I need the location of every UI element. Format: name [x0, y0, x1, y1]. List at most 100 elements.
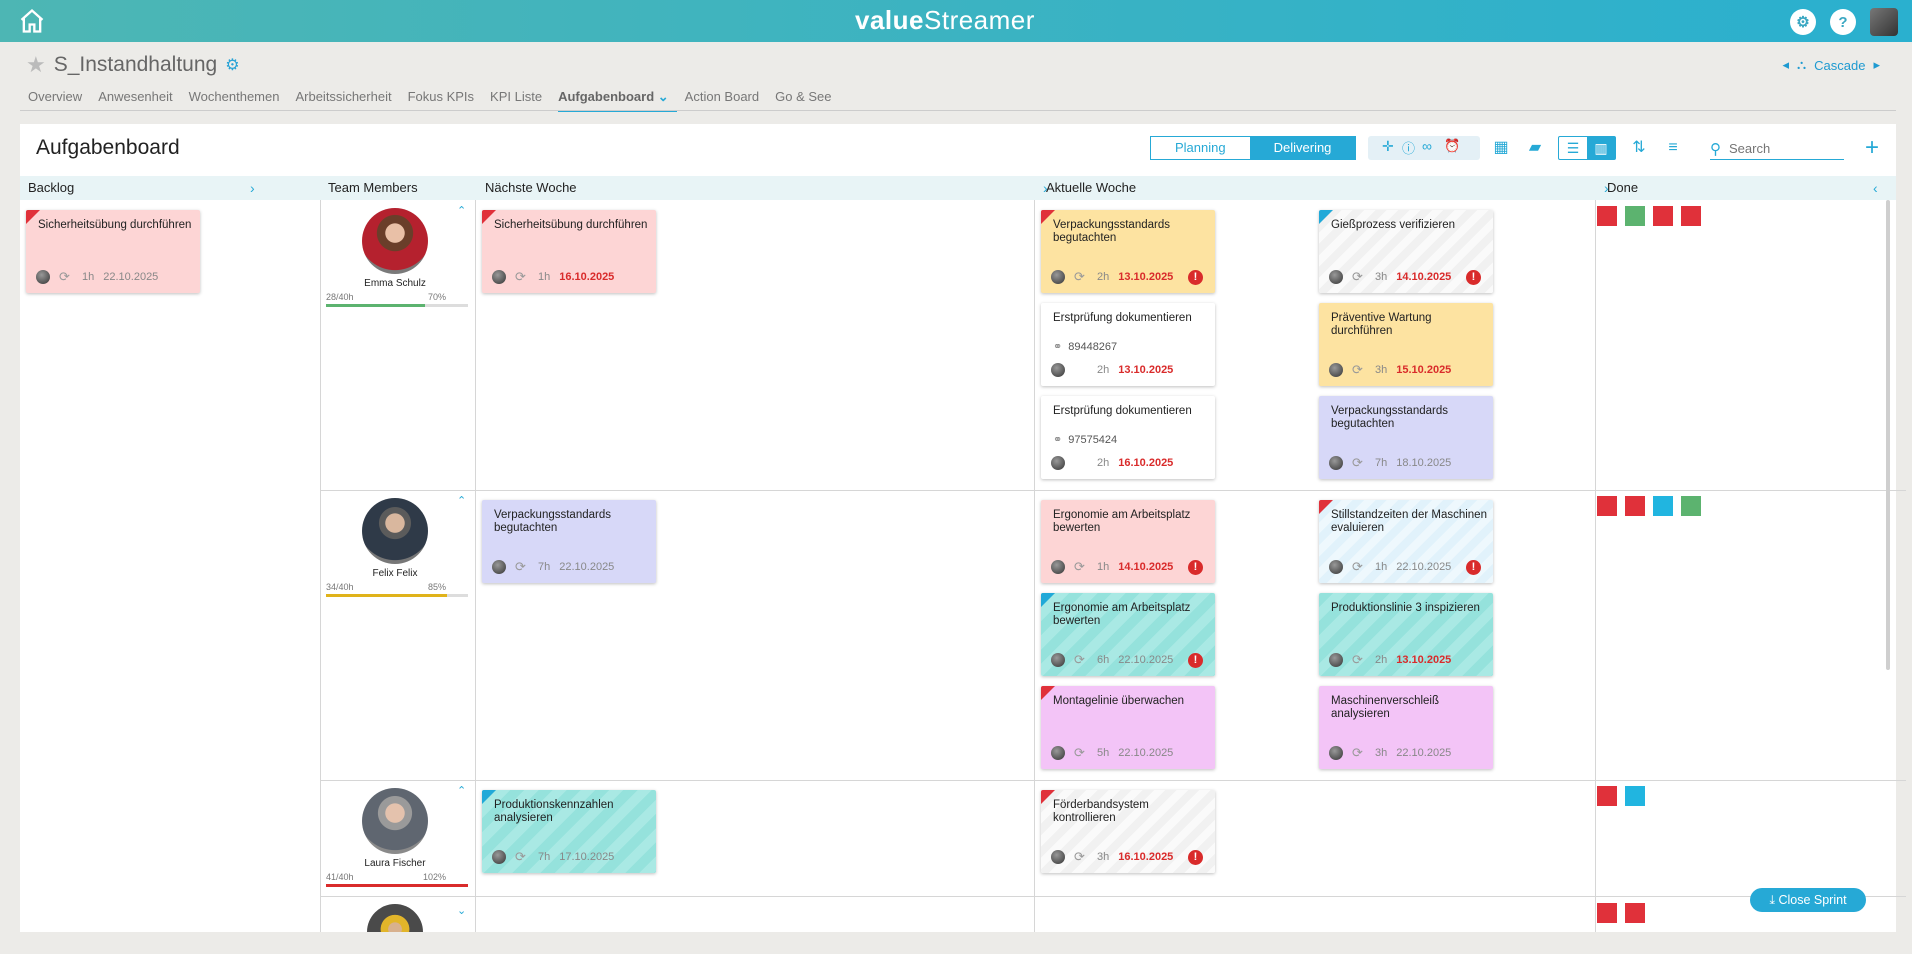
done-task-marker[interactable]: [1625, 206, 1645, 226]
column-view-icon[interactable]: ▥: [1587, 137, 1615, 159]
card-title: Gießprozess verifizieren: [1331, 219, 1455, 231]
cascade-link[interactable]: ◂ ⛬ Cascade ▸: [1783, 57, 1880, 73]
capacity-bar: [326, 594, 468, 597]
member-name: Felix Felix: [372, 568, 418, 579]
info-icon[interactable]: ⓘ: [1402, 138, 1415, 157]
search-input[interactable]: [1729, 141, 1829, 156]
task-card[interactable]: Ergonomie am Arbeitsplatz bewerten ⟳ 1h 14…: [1041, 500, 1215, 583]
member-laura[interactable]: Laura Fischer: [355, 788, 435, 869]
assignee-avatar: [1329, 746, 1343, 760]
task-card[interactable]: Ergonomie am Arbeitsplatz bewerten ⟳ 6h 22…: [1041, 593, 1215, 676]
scrollbar[interactable]: [1886, 200, 1890, 670]
card-date: 22.10.2025: [559, 561, 615, 573]
planning-button[interactable]: Planning: [1151, 137, 1250, 159]
done-task-marker[interactable]: [1625, 786, 1645, 806]
card-title: Produktionskennzahlen analysieren: [494, 799, 614, 824]
task-card[interactable]: Förderbandsystem kontrollieren ⟳ 3h 16.10.…: [1041, 790, 1215, 873]
close-sprint-button[interactable]: ⤓ Close Sprint: [1750, 888, 1866, 912]
done-task-marker[interactable]: [1653, 496, 1673, 516]
tab-overview[interactable]: Overview: [28, 89, 90, 112]
capacity-row: 28/40h 70%: [326, 292, 446, 302]
chevron-down-icon[interactable]: ⌄: [457, 904, 466, 917]
chevron-right-icon[interactable]: ▸: [1873, 57, 1880, 73]
task-card[interactable]: Erstprüfung dokumentieren ⚭ 97575424 2h 16…: [1041, 396, 1215, 479]
gear-icon[interactable]: ⚙: [225, 55, 239, 75]
chevron-up-icon[interactable]: ⌃: [457, 784, 466, 797]
chevron-up-icon[interactable]: ⌃: [457, 204, 466, 217]
app-logo[interactable]: valueStreamer: [855, 3, 1035, 37]
task-card[interactable]: Sicherheitsübung durchführen ⟳ 1h 16.10.20…: [482, 210, 656, 293]
list-view-icon[interactable]: ☰: [1559, 137, 1587, 159]
done-task-marker[interactable]: [1597, 786, 1617, 806]
repeat-icon: ⟳: [1352, 745, 1363, 760]
alarm-icon[interactable]: ⏰: [1444, 138, 1460, 154]
top-bar: valueStreamer ⚙ ?: [0, 0, 1912, 42]
done-task-marker[interactable]: [1681, 206, 1701, 226]
card-title: Verpackungsstandards begutachten: [494, 509, 611, 534]
card-link: ⚭ 97575424: [1053, 433, 1117, 447]
task-card[interactable]: Produktionslinie 3 inspizieren ⟳ 2h 13.10.…: [1319, 593, 1493, 676]
chevron-right-icon[interactable]: ›: [250, 176, 255, 200]
task-card[interactable]: Verpackungsstandards begutachten ⟳ 7h 22.1…: [482, 500, 656, 583]
add-task-button[interactable]: +: [1865, 134, 1879, 162]
done-task-marker[interactable]: [1597, 206, 1617, 226]
filter-icon[interactable]: ≡: [1662, 137, 1684, 159]
card-date: 16.10.2025: [559, 271, 615, 283]
crosshair-icon[interactable]: ✛: [1382, 138, 1394, 155]
task-card[interactable]: Verpackungsstandards begutachten ⟳ 7h 18.1…: [1319, 396, 1493, 479]
home-icon[interactable]: [18, 7, 46, 35]
mode-switch: Planning Delivering: [1150, 136, 1357, 160]
card-title: Ergonomie am Arbeitsplatz bewerten: [1053, 602, 1191, 627]
card-hours: 7h: [538, 561, 551, 573]
done-task-marker[interactable]: [1625, 903, 1645, 923]
sort-icon[interactable]: ⇅: [1628, 137, 1650, 159]
task-card[interactable]: Produktionskennzahlen analysieren ⟳ 7h 17.…: [482, 790, 656, 873]
card-hours: 2h: [1375, 654, 1388, 666]
chevron-left-icon[interactable]: ◂: [1783, 57, 1790, 73]
cascade-label: Cascade: [1814, 57, 1866, 73]
tab-action-board[interactable]: Action Board: [685, 89, 767, 112]
tab-anwesenheit[interactable]: Anwesenheit: [98, 89, 180, 112]
task-card[interactable]: Sicherheitsübung durchführen ⟳ 1h 22.10.20…: [26, 210, 200, 293]
task-card[interactable]: Stillstandzeiten der Maschinen evaluiere…: [1319, 500, 1493, 583]
grid-icon[interactable]: ▦: [1490, 137, 1512, 159]
card-hours: 2h: [1097, 271, 1110, 283]
capacity-fill: [326, 884, 468, 887]
repeat-icon: ⟳: [1074, 559, 1085, 574]
member-emma[interactable]: Emma Schulz: [355, 208, 435, 289]
member-felix[interactable]: Felix Felix: [355, 498, 435, 579]
tab-aufgabenboard[interactable]: Aufgabenboard ⌄: [558, 89, 677, 112]
tab-wochenthemen[interactable]: Wochenthemen: [189, 89, 288, 112]
user-avatar[interactable]: [1870, 8, 1898, 36]
done-task-marker[interactable]: [1597, 903, 1617, 923]
divider: [1595, 200, 1596, 932]
task-card[interactable]: Verpackungsstandards begutachten ⟳ 2h 13.1…: [1041, 210, 1215, 293]
delivering-button[interactable]: Delivering: [1249, 137, 1356, 159]
settings-icon[interactable]: ⚙: [1790, 9, 1816, 35]
task-card[interactable]: Präventive Wartung durchführen ⟳ 3h 15.10.…: [1319, 303, 1493, 386]
chevron-up-icon[interactable]: ⌃: [457, 494, 466, 507]
member-avatar-partial[interactable]: [367, 904, 423, 932]
divider: [1034, 200, 1035, 932]
infinity-icon[interactable]: ∞: [1422, 138, 1432, 154]
task-card[interactable]: Gießprozess verifizieren ⟳ 3h 14.10.2025 !: [1319, 210, 1493, 293]
col-done: Done ‹: [1607, 176, 1887, 200]
chevron-left-icon[interactable]: ‹: [1873, 176, 1878, 200]
tab-kpi-liste[interactable]: KPI Liste: [490, 89, 550, 112]
chevron-down-icon[interactable]: ⌄: [658, 89, 669, 104]
card-title: Erstprüfung dokumentieren: [1053, 312, 1192, 324]
done-task-marker[interactable]: [1597, 496, 1617, 516]
done-task-marker[interactable]: [1653, 206, 1673, 226]
divider: [320, 896, 1906, 897]
done-task-marker[interactable]: [1681, 496, 1701, 516]
star-icon[interactable]: ★: [26, 54, 46, 76]
task-card[interactable]: Maschinenverschleiß analysieren ⟳ 3h 22.10…: [1319, 686, 1493, 769]
tab-fokus-kpis[interactable]: Fokus KPIs: [408, 89, 482, 112]
card-view-icon[interactable]: ▰: [1524, 137, 1546, 159]
task-card[interactable]: Erstprüfung dokumentieren ⚭ 89448267 2h 13…: [1041, 303, 1215, 386]
task-card[interactable]: Montagelinie überwachen ⟳ 5h 22.10.2025: [1041, 686, 1215, 769]
tab-arbeitssicherheit[interactable]: Arbeitssicherheit: [295, 89, 399, 112]
tab-go-see[interactable]: Go & See: [775, 89, 839, 112]
help-icon[interactable]: ?: [1830, 9, 1856, 35]
done-task-marker[interactable]: [1625, 496, 1645, 516]
